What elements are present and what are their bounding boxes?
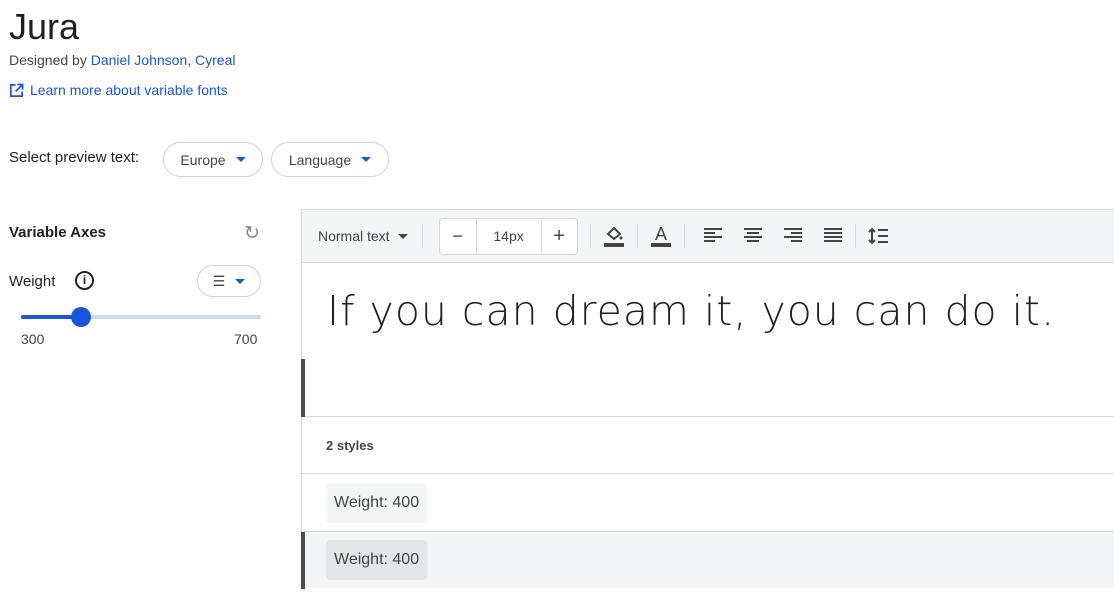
weight-slider-thumb[interactable]: [71, 307, 91, 327]
text-color-icon[interactable]: A: [646, 218, 676, 255]
divider: [589, 224, 591, 248]
designer-link-daniel-johnson[interactable]: Daniel Johnson: [91, 52, 188, 68]
weight-min: 300: [21, 331, 45, 347]
designer-link-cyreal[interactable]: Cyreal: [195, 52, 235, 68]
caret-down-icon: [397, 233, 408, 239]
designer-separator: ,: [187, 52, 196, 68]
divider: [636, 224, 638, 248]
reset-icon[interactable]: ↻: [244, 222, 260, 245]
font-size-input[interactable]: 14px: [477, 219, 541, 254]
style-label: Weight: 400: [326, 540, 428, 580]
region-value: Europe: [180, 151, 226, 168]
weight-label: Weight: [9, 273, 56, 290]
align-center-icon[interactable]: [733, 218, 773, 255]
divider: [854, 224, 856, 248]
decrease-size-button[interactable]: −: [440, 218, 477, 254]
info-icon[interactable]: i: [75, 271, 94, 290]
external-link-icon: [10, 83, 24, 97]
divider: [683, 224, 685, 248]
font-title: Jura: [9, 6, 80, 47]
style-row[interactable]: Weight: 400: [301, 531, 1114, 589]
designer-credit: Designed by Daniel Johnson, Cyreal: [9, 52, 235, 68]
language-value: Language: [288, 151, 352, 168]
justify-icon[interactable]: [813, 218, 853, 255]
language-dropdown[interactable]: Language: [271, 142, 389, 177]
svg-text:A: A: [655, 224, 667, 244]
variable-axes-heading: Variable Axes: [9, 224, 107, 241]
divider: [421, 224, 423, 248]
learn-more-link[interactable]: Learn more about variable fonts: [9, 82, 228, 98]
styles-count: 2 styles: [302, 417, 1114, 474]
weight-max: 700: [234, 331, 258, 347]
list-icon: ☰: [212, 272, 226, 289]
preview-text[interactable]: If you can dream it, you can do it.: [327, 287, 1055, 335]
align-right-icon[interactable]: [773, 218, 813, 255]
designed-by-label: Designed by: [9, 52, 87, 68]
preview-text-label: Select preview text:: [9, 149, 140, 166]
caret-down-icon: [235, 278, 246, 284]
style-label: Weight: 400: [326, 482, 428, 523]
caret-down-icon: [361, 157, 372, 162]
active-indicator: [301, 359, 305, 417]
active-indicator: [301, 532, 305, 589]
text-style-value: Normal text: [318, 228, 390, 244]
increase-size-button[interactable]: +: [540, 218, 577, 254]
learn-more-label: Learn more about variable fonts: [30, 82, 228, 98]
align-left-icon[interactable]: [693, 218, 733, 255]
caret-down-icon: [235, 157, 246, 162]
text-style-dropdown[interactable]: Normal text: [318, 228, 408, 244]
region-dropdown[interactable]: Europe: [163, 142, 263, 177]
line-height-icon[interactable]: [858, 218, 898, 255]
style-row[interactable]: Weight: 400: [302, 474, 1114, 531]
preview-editor: Normal text − 14px + A If you can dream …: [301, 209, 1114, 589]
highlight-color-icon[interactable]: [599, 218, 629, 255]
font-size-stepper: − 14px +: [438, 217, 578, 255]
axis-mode-dropdown[interactable]: ☰: [197, 265, 261, 297]
editor-toolbar: Normal text − 14px + A: [302, 210, 1114, 263]
preview-area[interactable]: If you can dream it, you can do it.: [301, 263, 1114, 417]
